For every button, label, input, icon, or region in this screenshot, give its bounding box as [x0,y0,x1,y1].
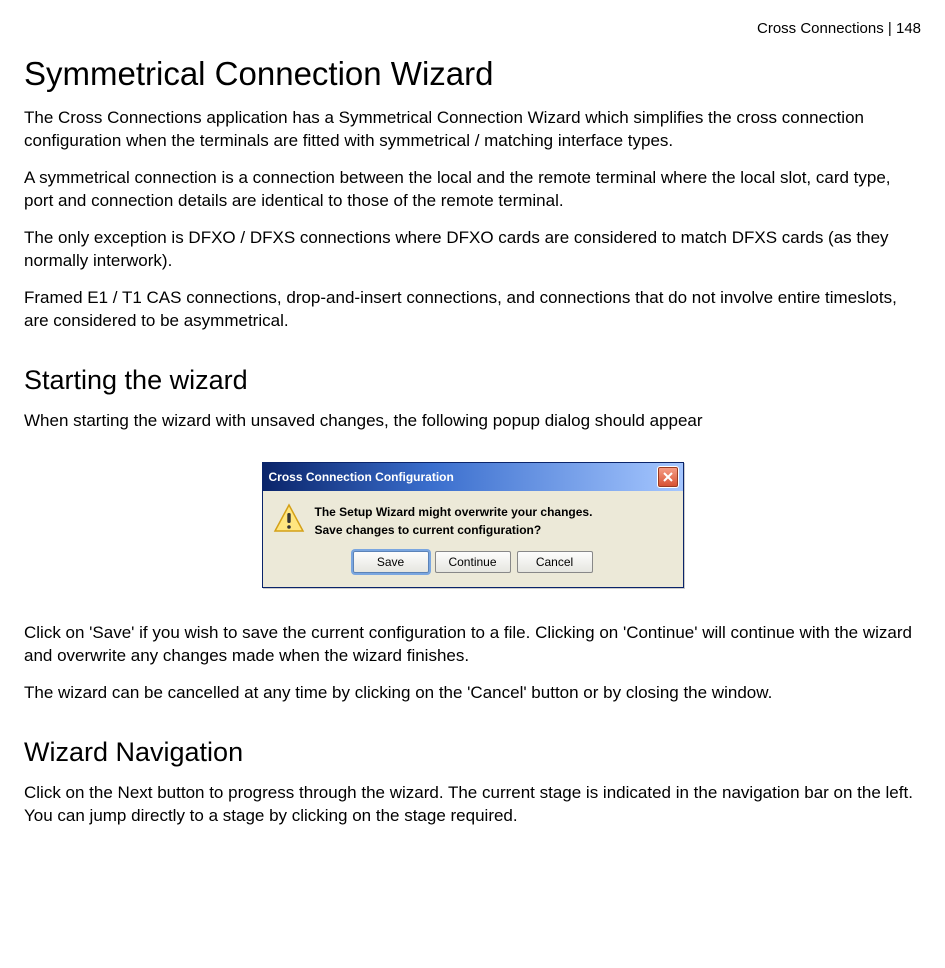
dialog-body: The Setup Wizard might overwrite your ch… [263,491,683,545]
dialog-title: Cross Connection Configuration [269,470,454,484]
dialog-button-row: Save Continue Cancel [263,545,683,587]
dialog-message: The Setup Wizard might overwrite your ch… [315,503,593,539]
body-text: Framed E1 / T1 CAS connections, drop-and… [24,287,921,333]
warning-icon [273,503,305,535]
continue-button[interactable]: Continue [435,551,511,573]
dialog-message-line: Save changes to current configuration? [315,521,593,539]
body-text: When starting the wizard with unsaved ch… [24,410,921,433]
body-text: The only exception is DFXO / DFXS connec… [24,227,921,273]
dialog-message-line: The Setup Wizard might overwrite your ch… [315,503,593,521]
body-text: A symmetrical connection is a connection… [24,167,921,213]
dialog-screenshot: Cross Connection Configuration The Setup… [24,462,921,588]
heading-starting-wizard: Starting the wizard [24,365,921,396]
close-icon [663,472,673,482]
dialog-window: Cross Connection Configuration The Setup… [262,462,684,588]
page-header: Cross Connections | 148 [24,20,921,37]
heading-symmetrical-wizard: Symmetrical Connection Wizard [24,55,921,93]
heading-wizard-navigation: Wizard Navigation [24,737,921,768]
body-text: Click on the Next button to progress thr… [24,782,921,828]
body-text: The Cross Connections application has a … [24,107,921,153]
close-button[interactable] [657,466,679,488]
save-button[interactable]: Save [353,551,429,573]
body-text: The wizard can be cancelled at any time … [24,682,921,705]
dialog-titlebar: Cross Connection Configuration [263,463,683,491]
cancel-button[interactable]: Cancel [517,551,593,573]
body-text: Click on 'Save' if you wish to save the … [24,622,921,668]
